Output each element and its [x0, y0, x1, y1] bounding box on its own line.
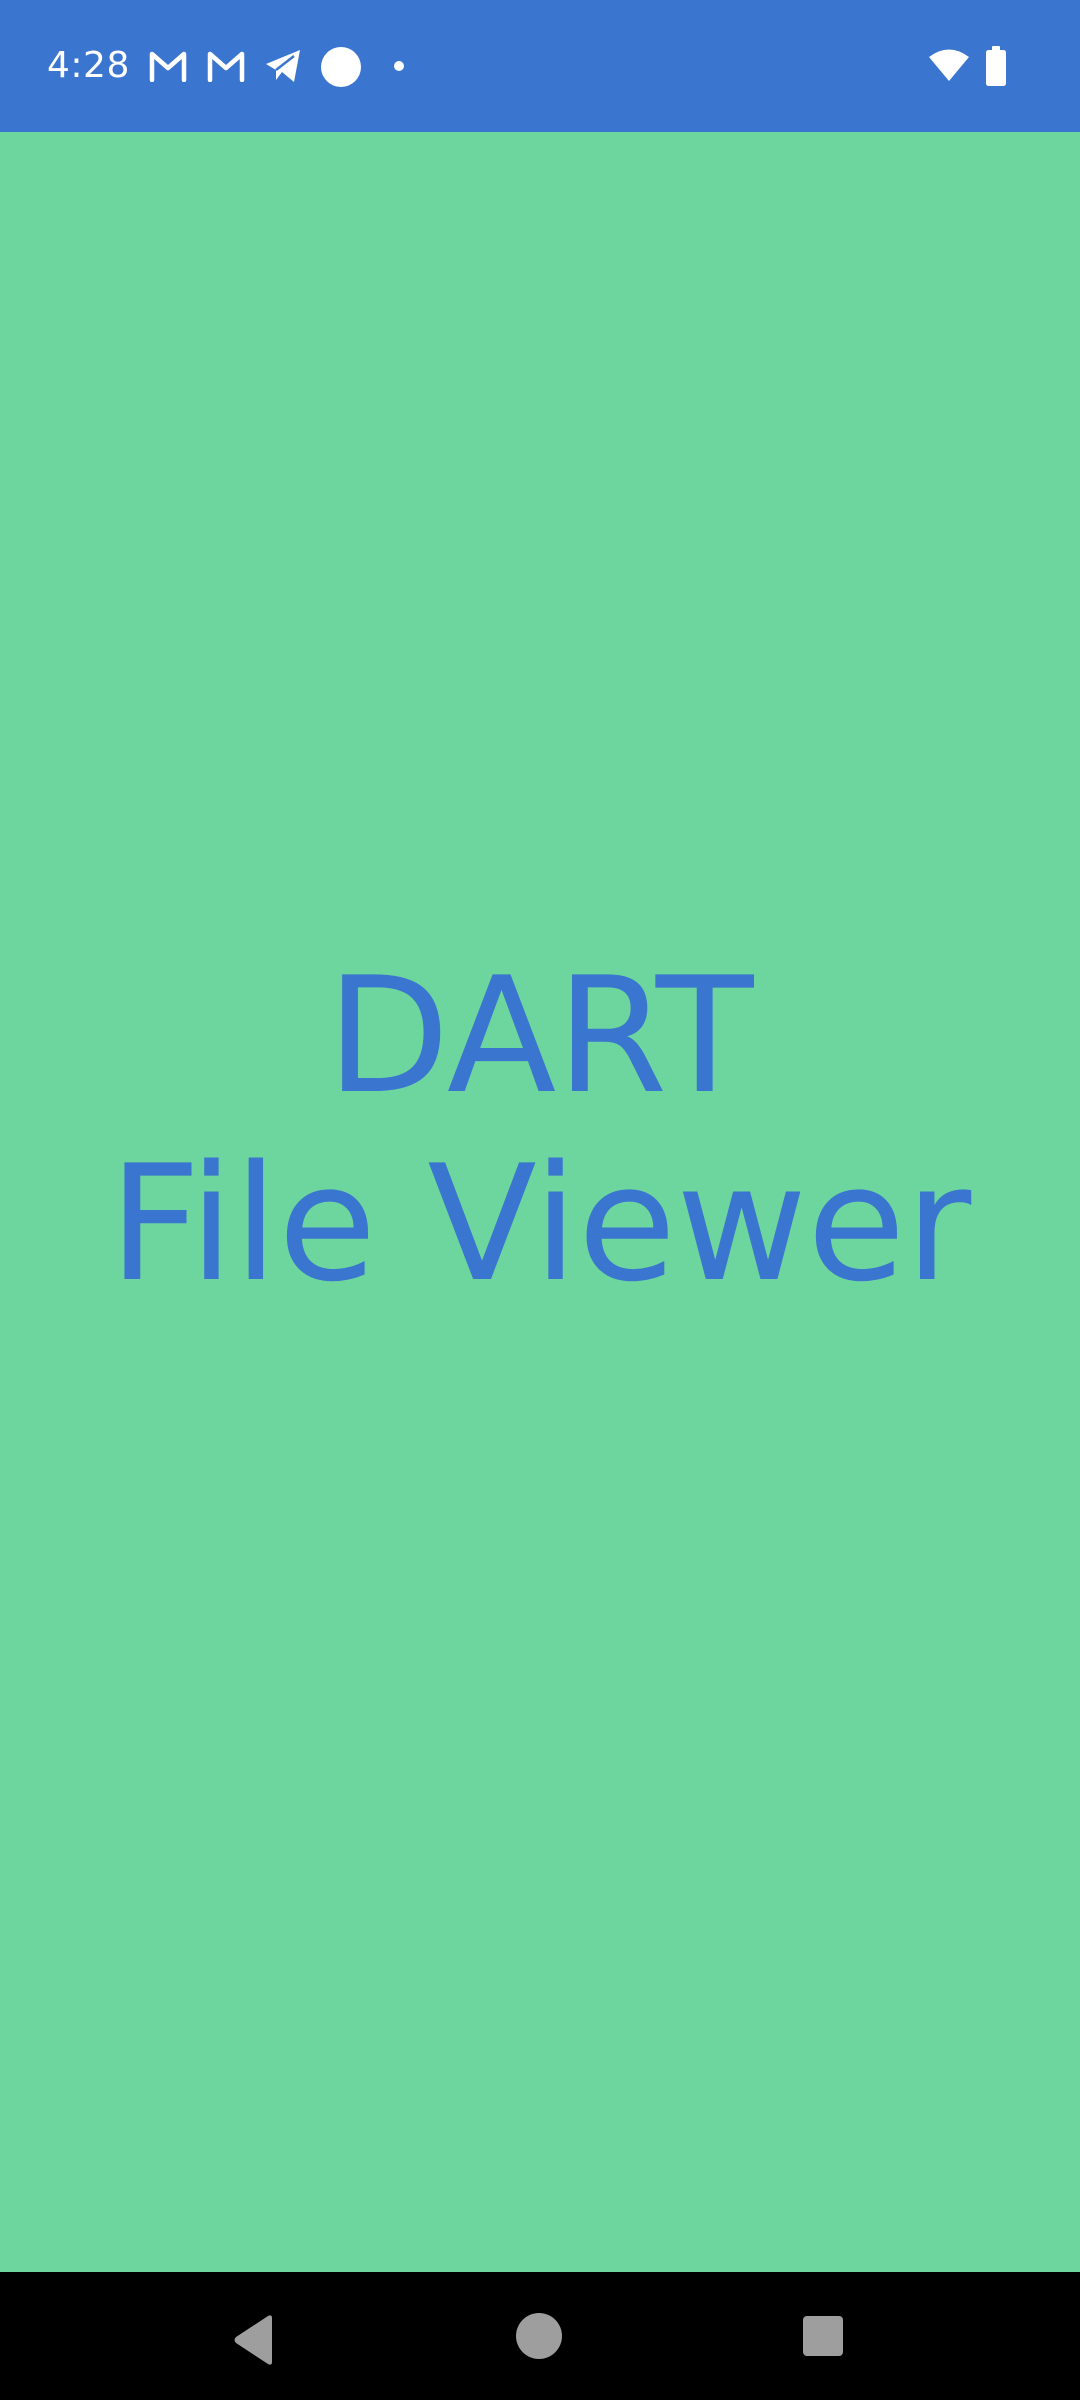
- app-screen: 4:28 DART File Viewer: [0, 0, 1080, 2400]
- recents-button[interactable]: [802, 2315, 844, 2357]
- back-button[interactable]: [228, 2312, 284, 2368]
- more-notifications-dot-icon: [394, 61, 404, 71]
- gmail-icon: [207, 51, 245, 82]
- home-button[interactable]: [515, 2312, 563, 2360]
- app-title-line2: File Viewer: [108, 1130, 972, 1317]
- gmail-icon: [149, 51, 187, 82]
- app-title-line1: DART: [326, 942, 754, 1129]
- navigation-bar: [0, 2272, 1080, 2400]
- status-time: 4:28: [47, 45, 130, 86]
- wifi-icon: [929, 49, 969, 81]
- circle-app-icon: [321, 47, 361, 87]
- battery-icon: [986, 46, 1006, 86]
- status-bar: 4:28: [0, 0, 1080, 132]
- splash-screen: DART File Viewer: [0, 132, 1080, 2272]
- telegram-icon: [266, 50, 300, 82]
